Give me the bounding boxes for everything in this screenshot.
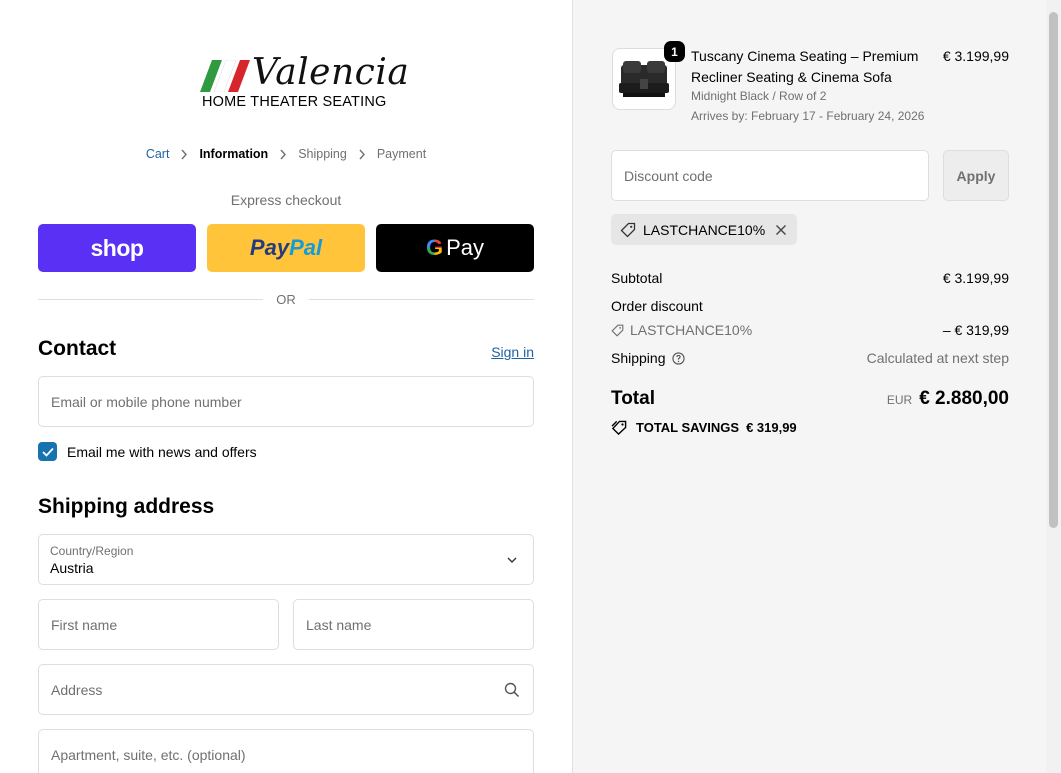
order-discount-row: Order discount xyxy=(611,298,1009,314)
chevron-right-icon xyxy=(180,149,188,160)
product-thumbnail: 1 xyxy=(612,41,685,110)
first-name-field[interactable]: First name xyxy=(38,599,279,650)
chevron-right-icon xyxy=(358,149,366,160)
paypal-logo-pal: Pal xyxy=(289,235,323,260)
country-label: Country/Region xyxy=(50,544,134,558)
total-savings: TOTAL SAVINGS € 319,99 xyxy=(611,420,797,435)
search-icon[interactable] xyxy=(504,682,520,698)
country-value: Austria xyxy=(50,560,94,576)
or-divider: OR xyxy=(38,292,534,307)
apartment-placeholder: Apartment, suite, etc. (optional) xyxy=(51,746,246,763)
sign-in-link[interactable]: Sign in xyxy=(491,344,534,360)
contact-heading: Contact xyxy=(38,337,117,360)
discount-code-row: LASTCHANCE10% – € 319,99 xyxy=(611,322,1009,338)
order-summary: 1 Tuscany Cinema Seating – Premium Recli… xyxy=(572,0,1046,773)
google-pay-label: Pay xyxy=(446,235,485,260)
order-discount-label: Order discount xyxy=(611,298,703,314)
shipping-label: Shipping xyxy=(611,350,666,366)
quantity-badge: 1 xyxy=(664,41,685,62)
discount-code-line: LASTCHANCE10% xyxy=(611,322,752,338)
chevron-down-icon xyxy=(504,552,520,568)
first-name-placeholder: First name xyxy=(51,616,118,633)
email-field[interactable]: Email or mobile phone number xyxy=(38,376,534,427)
newsletter-option[interactable]: Email me with news and offers xyxy=(38,442,257,461)
checkmark-icon xyxy=(41,447,54,457)
help-circle-icon[interactable] xyxy=(671,351,685,365)
divider-line xyxy=(308,299,534,300)
applied-discount-chip: LASTCHANCE10% xyxy=(611,214,798,245)
product-name: Tuscany Cinema Seating – Premium Recline… xyxy=(691,48,919,85)
brand-logo[interactable]: Valencia HOME THEATER SEATING xyxy=(196,52,409,110)
apartment-field[interactable]: Apartment, suite, etc. (optional) xyxy=(38,729,534,773)
shipping-label-group: Shipping xyxy=(611,350,685,366)
address-field[interactable]: Address xyxy=(38,664,534,715)
last-name-field[interactable]: Last name xyxy=(293,599,534,650)
express-checkout-label: Express checkout xyxy=(230,192,342,208)
or-label: OR xyxy=(276,292,296,307)
checkout-main: Valencia HOME THEATER SEATING Cart Infor… xyxy=(0,0,572,773)
subtotal-value: € 3.199,99 xyxy=(942,270,1009,286)
address-placeholder: Address xyxy=(51,681,103,698)
google-g-icon: G xyxy=(425,235,444,260)
remove-discount-icon[interactable] xyxy=(775,224,787,236)
total-row: Total EUR € 2.880,00 xyxy=(611,388,1009,410)
last-name-placeholder: Last name xyxy=(306,616,372,633)
breadcrumb: Cart Information Shipping Payment xyxy=(0,147,572,161)
applied-discount-code: LASTCHANCE10% xyxy=(643,221,766,238)
breadcrumb-information: Information xyxy=(199,147,269,161)
total-amount-group: EUR € 2.880,00 xyxy=(887,388,1009,410)
scrollbar-thumb[interactable] xyxy=(1049,12,1058,528)
shop-pay-button[interactable]: shop xyxy=(38,224,196,272)
savings-label: TOTAL SAVINGS xyxy=(636,420,740,435)
chevron-right-icon xyxy=(279,149,287,160)
paypal-logo-pay: Pay xyxy=(249,235,290,260)
savings-value: € 319,99 xyxy=(746,420,797,435)
discount-value: – € 319,99 xyxy=(942,322,1009,338)
product-variant: Midnight Black / Row of 2 xyxy=(691,89,827,103)
savings-tag-icon xyxy=(611,420,627,435)
paypal-button[interactable]: Pay Pal xyxy=(207,224,365,272)
shop-pay-logo: shop xyxy=(90,234,144,261)
italian-flag-stripes-icon xyxy=(200,60,250,92)
breadcrumb-payment: Payment xyxy=(376,147,427,161)
brand-tagline: HOME THEATER SEATING xyxy=(202,94,387,110)
country-select[interactable]: Country/Region Austria xyxy=(38,534,534,585)
brand-name: Valencia xyxy=(252,52,410,93)
shipping-address-heading: Shipping address xyxy=(38,495,215,518)
email-placeholder: Email or mobile phone number xyxy=(51,393,242,410)
tag-icon xyxy=(611,324,624,337)
newsletter-checkbox[interactable] xyxy=(38,442,57,461)
product-price: € 3.199,99 xyxy=(942,48,1009,64)
breadcrumb-shipping: Shipping xyxy=(298,147,347,161)
subtotal-row: Subtotal € 3.199,99 xyxy=(611,270,1009,286)
total-currency: EUR xyxy=(886,393,913,407)
page-scrollbar[interactable] xyxy=(1046,0,1061,773)
total-label: Total xyxy=(611,388,655,409)
google-pay-button[interactable]: G Pay xyxy=(376,224,534,272)
discount-code-placeholder: Discount code xyxy=(624,168,713,184)
shipping-row: Shipping Calculated at next step xyxy=(611,350,1009,366)
discount-code-field[interactable]: Discount code xyxy=(611,150,929,201)
shipping-value: Calculated at next step xyxy=(866,350,1009,366)
product-arrival: Arrives by: February 17 - February 24, 2… xyxy=(691,109,925,123)
newsletter-label: Email me with news and offers xyxy=(67,443,257,460)
subtotal-label: Subtotal xyxy=(611,270,663,286)
discount-code-text: LASTCHANCE10% xyxy=(630,322,753,338)
apply-discount-button[interactable]: Apply xyxy=(943,150,1009,201)
total-value: € 2.880,00 xyxy=(919,388,1009,409)
breadcrumb-cart[interactable]: Cart xyxy=(146,147,170,161)
tag-icon xyxy=(620,222,636,238)
divider-line xyxy=(38,299,264,300)
